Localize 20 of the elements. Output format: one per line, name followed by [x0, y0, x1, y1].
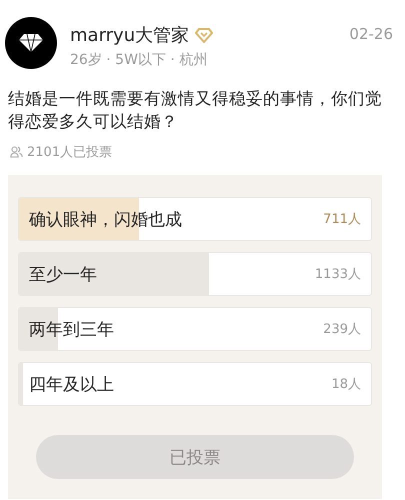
option-count: 1133人 [314, 266, 361, 283]
poll-option[interactable]: 四年及以上 18人 [18, 362, 372, 406]
people-icon [10, 146, 23, 158]
option-label: 至少一年 [29, 264, 97, 286]
option-label: 四年及以上 [29, 374, 114, 396]
option-label: 确认眼神，闪婚也成 [29, 208, 182, 230]
poll-option[interactable]: 确认眼神，闪婚也成 711人 [18, 197, 372, 241]
option-label: 两年到三年 [29, 318, 114, 340]
option-count: 711人 [323, 211, 361, 228]
poll-option[interactable]: 两年到三年 239人 [18, 307, 372, 351]
author-name[interactable]: marryu大管家 [70, 23, 190, 47]
option-count: 239人 [323, 321, 361, 338]
option-count: 18人 [331, 376, 361, 393]
question-text: 结婚是一件既需要有激情又得稳妥的事情，你们觉得恋爱多久可以结婚？ [8, 88, 383, 133]
vote-count: 2101人已投票 [27, 144, 112, 161]
avatar[interactable] [5, 17, 57, 69]
poll-option[interactable]: 至少一年 1133人 [18, 252, 372, 296]
author-meta: 26岁 · 5W以下 · 杭州 [70, 51, 208, 69]
diamond-icon [18, 33, 44, 53]
post-date: 02-26 [349, 24, 393, 43]
